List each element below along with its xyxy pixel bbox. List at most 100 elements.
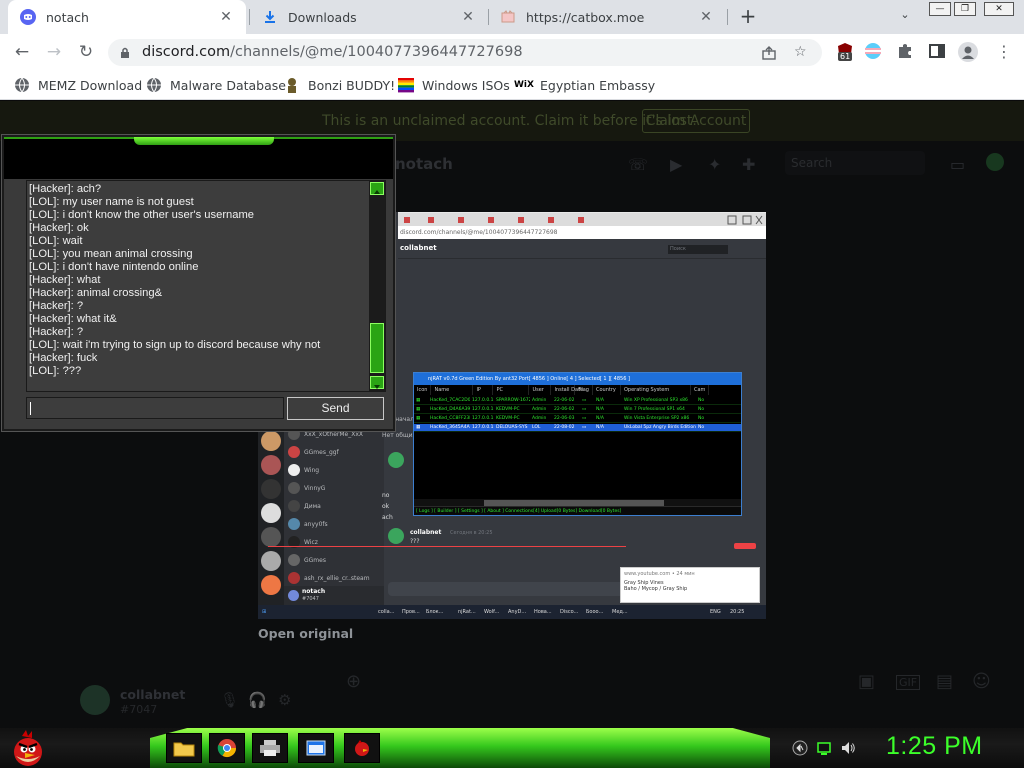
preview-user-panel: notach #7047 (284, 586, 384, 605)
chat-line: [Hacker]: ? (29, 300, 84, 312)
bookmark-malware-database[interactable]: Malware Database (146, 76, 286, 94)
gif-icon[interactable]: GIF (896, 675, 921, 690)
rat-columns: Icon Name IP PC User Install Date Flag Country O… (414, 385, 741, 395)
tab-downloads[interactable]: Downloads ✕ (250, 0, 488, 34)
angry-bird-start-icon[interactable] (8, 728, 50, 768)
extensions-puzzle-icon[interactable] (896, 42, 916, 62)
discord-icon (20, 9, 36, 25)
globe-icon (146, 77, 162, 93)
chat-line: [Hacker]: what it& (29, 313, 117, 325)
gift-icon[interactable]: ▣ (858, 671, 875, 692)
video-call-icon[interactable]: ▶ (670, 155, 682, 174)
printer-icon[interactable] (252, 733, 288, 763)
claim-account-button[interactable]: Claim Account (642, 109, 750, 133)
tab-search-button[interactable]: ⌄ (897, 8, 913, 24)
bookmark-memz[interactable]: MEMZ Download (14, 76, 142, 94)
chat-log[interactable]: [Hacker]: ach? [LOL]: my user name is no… (26, 180, 386, 392)
volume-tray-icon[interactable] (840, 740, 856, 756)
inbox-icon[interactable]: ▭ (950, 155, 965, 174)
chat-line: [Hacker]: ok (29, 222, 89, 234)
angry-bird-app-icon[interactable] (344, 733, 380, 763)
user-tag: #7047 (120, 703, 158, 716)
bookmark-label: Egyptian Embassy (540, 77, 656, 93)
bookmark-bonzi-buddy[interactable]: Bonzi BUDDY! (284, 76, 395, 94)
settings-gear-icon[interactable]: ⚙ (278, 691, 291, 709)
tab-close-icon[interactable]: ✕ (460, 9, 476, 25)
rat-client-row: ▦HacKed_7CAC2D06127.0.0.1SPARROW-16726Ad… (414, 397, 741, 405)
scroll-down-button[interactable] (370, 376, 384, 389)
rat-title: njRAT v0.7d Green Edition By ant32 Port[… (414, 373, 741, 385)
server-icon (261, 503, 281, 523)
add-friend-icon[interactable]: ✚ (742, 155, 755, 174)
chat-scrollbar[interactable] (369, 181, 385, 391)
file-explorer-icon[interactable] (166, 733, 202, 763)
sticker-icon[interactable]: ▤ (936, 671, 953, 692)
preview-dm-list: XxX_xOtherMe_XxX GGmes_ggf Wing VinnyG Д… (284, 425, 384, 605)
server-icon (261, 431, 281, 451)
help-icon[interactable] (986, 153, 1004, 171)
tab-notach[interactable]: notach ✕ (8, 0, 246, 34)
close-window-button[interactable]: ✕ (984, 2, 1014, 16)
ublock-extension-icon[interactable]: 61 (836, 42, 856, 62)
mute-icon[interactable]: 🎙 (220, 691, 239, 709)
bookmark-egyptian-embassy[interactable]: WiX Egyptian Embassy (514, 76, 655, 94)
emoji-icon[interactable]: ☺ (972, 671, 991, 692)
tab-close-icon[interactable]: ✕ (698, 9, 714, 25)
lock-icon[interactable] (120, 39, 130, 69)
address-bar[interactable]: discord.com/channels/@me/100407739644772… (108, 39, 822, 66)
send-button[interactable]: Send (287, 397, 384, 420)
dm-item: ash_rx_ellie_cr..steam (288, 571, 370, 585)
catbox-icon (500, 9, 516, 25)
browser-menu-icon[interactable]: ⋮ (994, 42, 1014, 62)
chat-message-input[interactable] (26, 397, 284, 419)
tab-divider (727, 9, 728, 25)
voice-call-icon[interactable]: ☏ (628, 155, 648, 174)
forward-button[interactable]: → (44, 42, 64, 62)
new-tab-button[interactable]: + (738, 6, 758, 27)
flag-extension-icon[interactable] (864, 42, 884, 62)
dm-item: anyy0fs (288, 517, 328, 531)
back-button[interactable]: ← (12, 42, 32, 62)
dm-item: GGmes_ggf (288, 445, 339, 459)
preview-url: discord.com/channels/@me/100407739644772… (398, 226, 766, 239)
banner-text: This is an unclaimed account. Claim it b… (322, 113, 697, 129)
scroll-up-button[interactable] (370, 182, 384, 195)
profile-avatar-icon[interactable] (958, 42, 978, 62)
desktop: notach ✕ Downloads ✕ https://catbox.moe … (0, 0, 1024, 768)
bookmark-windows-isos[interactable]: Windows ISOs (398, 76, 510, 94)
open-original-link[interactable]: Open original (258, 626, 353, 641)
preview-chat-top (398, 259, 766, 372)
tab-catbox[interactable]: https://catbox.moe ✕ (488, 0, 726, 34)
channel-header: @notach ☏ ▶ ✦ ✚ Search ▭ (380, 141, 1024, 189)
minimize-button[interactable]: — (929, 2, 951, 16)
chrome-icon[interactable] (209, 733, 245, 763)
new-messages-divider (268, 546, 626, 547)
network-tray-icon[interactable] (816, 740, 832, 756)
avatar[interactable] (80, 685, 110, 715)
tab-title: notach (46, 9, 89, 25)
new-messages-badge (734, 543, 756, 549)
search-input[interactable]: Search (785, 151, 925, 175)
side-panel-icon[interactable] (928, 42, 948, 62)
browser-window-icon[interactable] (298, 733, 334, 763)
browser-toolbar: ← → ↻ discord.com/channels/@me/100407739… (0, 34, 1024, 70)
chat-line: [Hacker]: what (29, 274, 101, 286)
globe-icon (14, 77, 30, 93)
pinned-icon[interactable]: ✦ (708, 155, 721, 174)
restore-button[interactable]: ❐ (954, 2, 976, 16)
share-icon[interactable] (762, 39, 776, 70)
tab-close-icon[interactable]: ✕ (218, 9, 234, 25)
preview-taskbar: ⊞ colla... Пров... Блок... njRat... Wolf… (258, 605, 766, 619)
preview-start-icon: ⊞ (262, 609, 267, 615)
download-icon (262, 9, 278, 25)
wix-icon: WiX (514, 80, 534, 90)
taskbar-clock[interactable]: 1:25 PM (886, 732, 983, 761)
server-icon (261, 551, 281, 571)
reload-button[interactable]: ↻ (76, 42, 96, 62)
headset-icon[interactable]: 🎧 (248, 691, 267, 709)
scroll-thumb[interactable] (370, 323, 384, 373)
sound-tray-icon-alt[interactable] (792, 740, 808, 756)
chat-window-glow (134, 137, 274, 145)
dm-item: GGmes (288, 553, 326, 567)
bookmark-star-icon[interactable]: ☆ (794, 39, 807, 66)
